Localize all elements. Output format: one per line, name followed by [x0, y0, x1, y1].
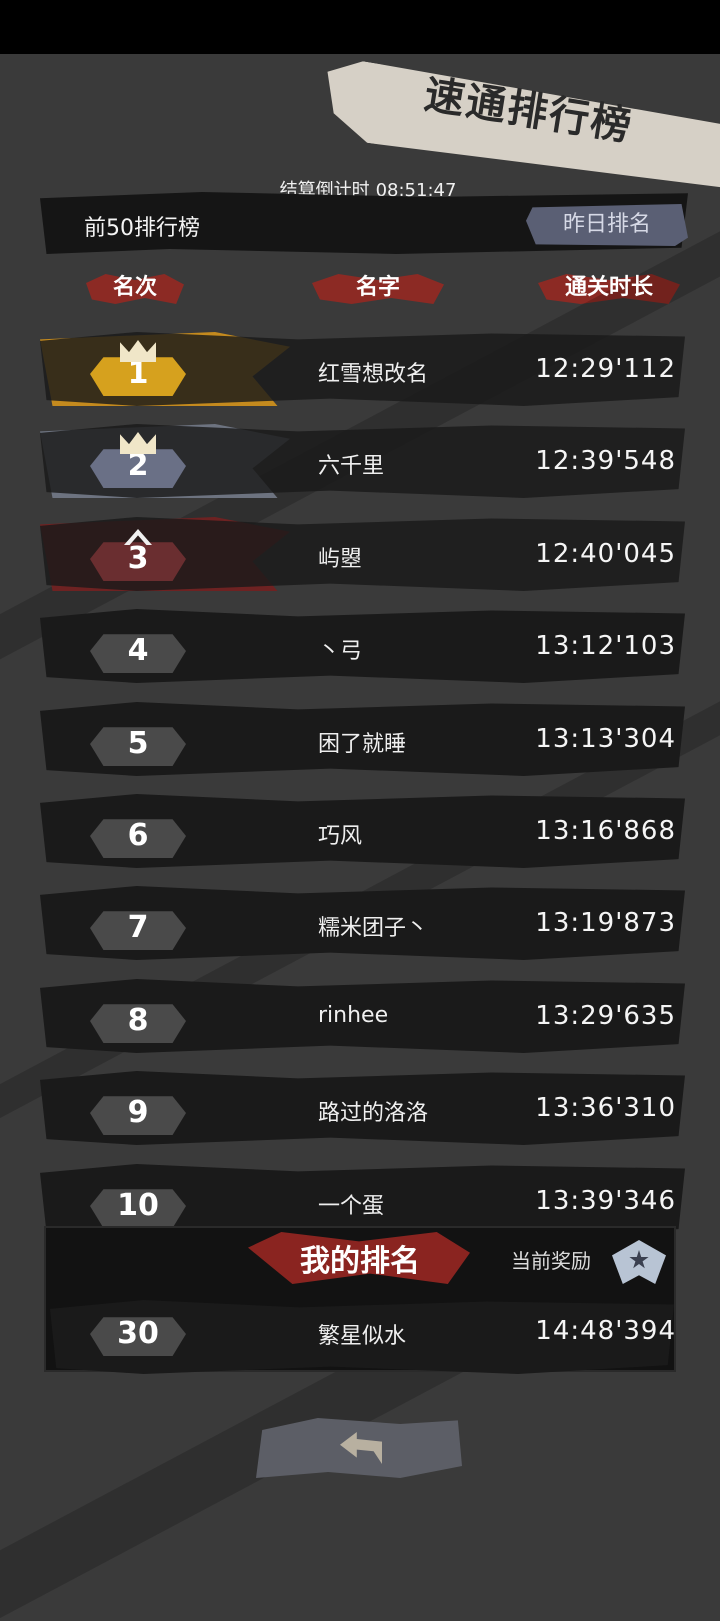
clear-time: 13:36'310	[535, 1093, 676, 1123]
clear-time: 13:12'103	[535, 631, 676, 661]
yesterday-rank-button[interactable]: 昨日排名	[526, 204, 688, 246]
my-player-name: 繁星似水	[318, 1324, 407, 1349]
my-clear-time: 14:48'394	[535, 1316, 676, 1346]
current-reward-label: 当前奖励	[511, 1249, 591, 1273]
column-header-time: 通关时长	[552, 270, 666, 306]
leaderboard-label: 前50排行榜	[84, 216, 200, 241]
player-name: rinhee	[318, 1003, 389, 1028]
my-rank-title: 我的排名	[300, 1244, 420, 1279]
player-name: 路过的洛洛	[318, 1101, 429, 1126]
player-name: 六千里	[318, 454, 385, 479]
rank-number: 6	[90, 819, 186, 858]
player-name: 巧风	[318, 824, 363, 849]
clear-time: 12:39'548	[535, 446, 676, 476]
rank-number: 7	[90, 911, 186, 950]
rank-number: 4	[90, 634, 186, 673]
clear-time: 13:16'868	[535, 816, 676, 846]
rank-number: 9	[90, 1096, 186, 1135]
player-name: 一个蛋	[318, 1194, 385, 1219]
player-name: 困了就睡	[318, 732, 407, 757]
player-name: 屿曌	[318, 547, 363, 572]
clear-time: 13:19'873	[535, 908, 676, 938]
clear-time: 12:29'112	[535, 354, 676, 384]
column-header-rank: 名次	[100, 270, 170, 306]
clear-time: 13:29'635	[535, 1001, 676, 1031]
player-name: 糯米团子丶	[318, 916, 429, 941]
player-name: 丶弓	[318, 639, 363, 664]
rank-number: 10	[90, 1189, 186, 1228]
clear-time: 13:13'304	[535, 724, 676, 754]
my-rank-number: 30	[90, 1317, 186, 1356]
clear-time: 13:39'346	[535, 1186, 676, 1216]
clear-time: 12:40'045	[535, 539, 676, 569]
status-bar	[0, 0, 720, 54]
rank-number: 3	[90, 542, 186, 581]
player-name: 红雪想改名	[318, 362, 429, 387]
rank-number: 5	[90, 727, 186, 766]
rank-number: 8	[90, 1004, 186, 1043]
column-header-name: 名字	[326, 270, 430, 306]
